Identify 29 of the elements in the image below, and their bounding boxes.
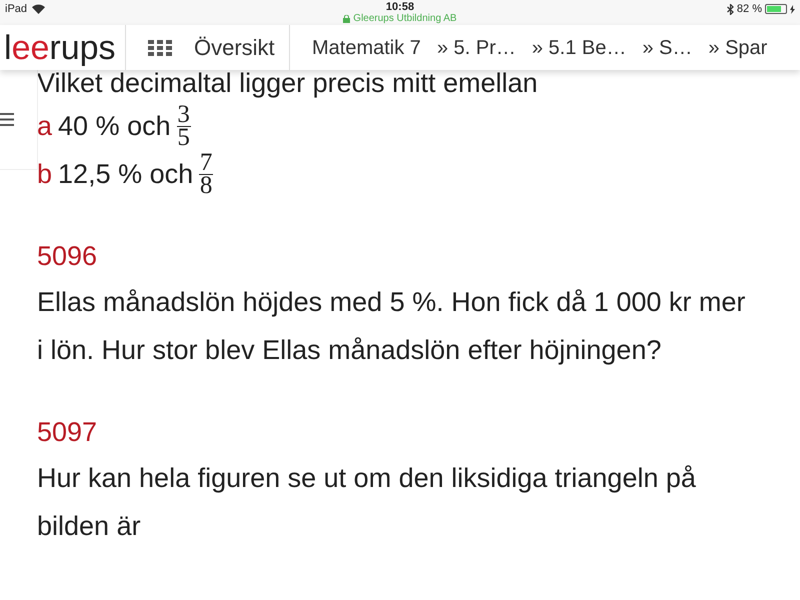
question-text: Vilket decimaltal ligger precis mitt emellan	[37, 68, 539, 98]
task-text: Hur kan hela figuren se ut om den liksidiga triangeln på bilden är	[37, 462, 697, 543]
task-number: 5097	[37, 416, 98, 449]
breadcrumb-link[interactable]: » S…	[642, 32, 692, 62]
lock-icon	[343, 15, 350, 23]
task-text: Ellas månadslön höjdes med 5 %. Hon fick då 1 000 kr mer i lön. Hur stor blev Ellas månadslön efter höjningen?	[37, 286, 746, 367]
task-number: 5096	[37, 240, 98, 273]
site-label: Gleerups Utbildning AB	[353, 13, 457, 25]
overview-link[interactable]: Översikt	[126, 31, 289, 64]
charging-icon	[790, 4, 795, 14]
battery-label: 82 %	[736, 2, 762, 17]
fraction: 7 8	[199, 152, 214, 196]
battery-icon	[765, 4, 787, 14]
breadcrumb-link[interactable]: » 5. Pr…	[436, 32, 516, 62]
part-letter: b	[37, 158, 52, 191]
bluetooth-icon	[726, 4, 734, 15]
device-label: iPad	[5, 2, 28, 17]
part-text: 12,5 % och	[58, 158, 194, 191]
breadcrumb-link[interactable]: Matematik 7	[312, 32, 421, 62]
part-letter: a	[37, 110, 52, 143]
wifi-icon	[32, 4, 46, 14]
breadcrumb-link[interactable]: » 5.1 Be…	[532, 32, 626, 62]
fraction: 3 5	[176, 104, 191, 148]
logo[interactable]: leerups	[0, 30, 125, 64]
clock: 10:58	[386, 1, 414, 13]
grid-icon	[148, 40, 172, 56]
part-text: 40 % och	[58, 110, 171, 143]
breadcrumb-link[interactable]: » Spar	[708, 32, 768, 62]
menu-icon[interactable]	[0, 113, 14, 126]
